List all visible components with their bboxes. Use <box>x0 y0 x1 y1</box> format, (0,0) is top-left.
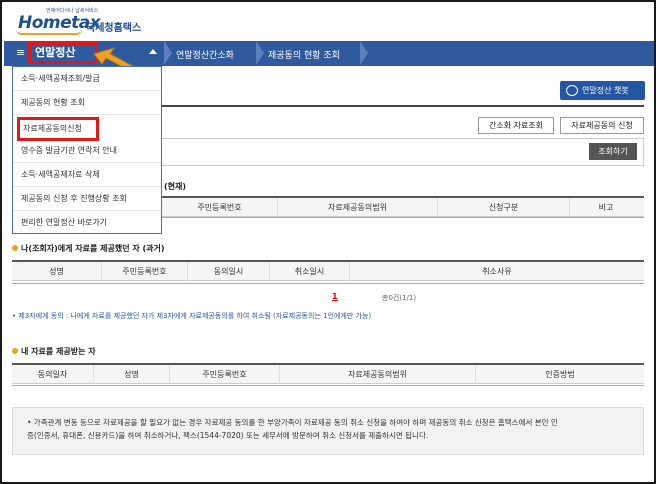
dropdown-item-shortcut[interactable]: 편리한 연말정산 바로가기 <box>13 211 161 235</box>
section2-title: 나(조회자)에게 자료를 제공했던 자 (과거) <box>12 243 165 254</box>
col-cancel-date: 취소일시 <box>270 262 350 281</box>
bullet-dot-icon <box>12 245 18 251</box>
logo-korean-name: 국세청홈택스 <box>86 23 142 34</box>
breadcrumb-separator-icon <box>164 41 176 66</box>
breadcrumb-item-1[interactable]: 연말정산간소화 <box>176 48 234 61</box>
search-button[interactable]: 조회하기 <box>589 143 637 160</box>
dropdown-item-progress-query[interactable]: 제공동의 신청 후 진행상황 조회 <box>13 187 161 211</box>
chatbot-icon <box>566 85 578 96</box>
page-frame: 언제어디서나 납세서비스 Hometax 국세청홈택스 ≡ 연말정산 연말정산간… <box>0 0 656 484</box>
result-count: 총0건(1/1) <box>382 294 417 302</box>
consent-apply-button[interactable]: 자료제공동의 신청 <box>560 117 644 134</box>
col-note: 비고 <box>598 203 614 212</box>
section1-title: (현재) <box>164 182 187 191</box>
simplified-query-button[interactable]: 간소화 자료조회 <box>478 117 554 134</box>
nav-dropdown-menu: 소득·세액공제조회/발급 제공동의 현황 조회 자료제공동의신청 영수증 발급기… <box>12 66 162 234</box>
col-rrn: 주민등록번호 <box>170 365 280 384</box>
chatbot-button[interactable]: 연말정산 챗봇 <box>560 81 645 100</box>
dropdown-item-deduction-query[interactable]: 소득·세액공제조회/발급 <box>13 67 161 91</box>
chatbot-label: 연말정산 챗봇 <box>582 86 629 95</box>
col-consent-date: 동의일자 <box>12 365 94 384</box>
logo-swoosh-icon <box>16 29 82 35</box>
info-box: • 가족관계 변동 등으로 자료제공을 할 필요가 없는 경우 자료제공 동의를… <box>12 407 644 455</box>
section2-row-line <box>12 283 644 284</box>
col-name: 성명 <box>12 262 102 281</box>
col-auth-method: 인증방법 <box>545 370 575 379</box>
col-consent-date: 동의일시 <box>188 262 270 281</box>
caret-up-icon[interactable] <box>149 49 157 54</box>
col-cancel-reason: 취소사유 <box>482 267 512 276</box>
col-rrn: 주민등록번호 <box>162 198 278 217</box>
section3-title-text: 내 자료를 제공받는 자 <box>21 347 96 356</box>
dropdown-item-issuer-contact[interactable]: 영수증 발급기관 연락처 안내 <box>13 139 161 163</box>
bullet-dot-icon <box>12 348 18 354</box>
info-line-1: • 가족관계 변동 등으로 자료제공을 할 필요가 없는 경우 자료제공 동의를… <box>27 418 558 427</box>
col-rrn: 주민등록번호 <box>102 262 188 281</box>
dropdown-item-consent-apply[interactable]: 자료제공동의신청 <box>17 117 99 141</box>
nav-current-menu[interactable]: 연말정산 <box>28 42 98 64</box>
breadcrumb-item-2[interactable]: 제공동의 현황 조회 <box>268 48 340 61</box>
dropdown-item-consent-status[interactable]: 제공동의 현황 조회 <box>13 91 161 115</box>
info-line-2: 증(인증서, 휴대폰, 신용카드)을 하여 취소하거나, 팩스(1544-702… <box>27 431 429 440</box>
page-number[interactable]: 1 <box>332 292 338 301</box>
col-apply-type: 신청구분 <box>438 198 570 217</box>
section3-table-header: 동의일자 성명 주민등록번호 자료제공동의범위 인증방법 <box>12 363 644 384</box>
section3-row-line <box>12 385 644 386</box>
col-consent-scope: 자료제공동의범위 <box>278 198 438 217</box>
section2-table-header: 성명 주민등록번호 동의일시 취소일시 취소사유 <box>12 260 644 281</box>
section2-title-text: 나(조회자)에게 자료를 제공했던 자 (과거) <box>21 244 165 253</box>
col-name: 성명 <box>94 365 170 384</box>
dropdown-item-delete-data[interactable]: 소득·세액공제자료 삭제 <box>13 163 161 187</box>
breadcrumb-separator-icon <box>256 41 268 66</box>
section1-row-line <box>162 217 644 218</box>
section3-title: 내 자료를 제공받는 자 <box>12 346 96 357</box>
section2-note: • 제3자에게 동의 : 나에게 자료를 제공했던 자가 제3자에게 자료제공동… <box>12 312 372 320</box>
pagination: 1 <box>332 292 338 301</box>
breadcrumb-separator-icon <box>360 41 372 66</box>
col-consent-scope: 자료제공동의범위 <box>280 365 476 384</box>
